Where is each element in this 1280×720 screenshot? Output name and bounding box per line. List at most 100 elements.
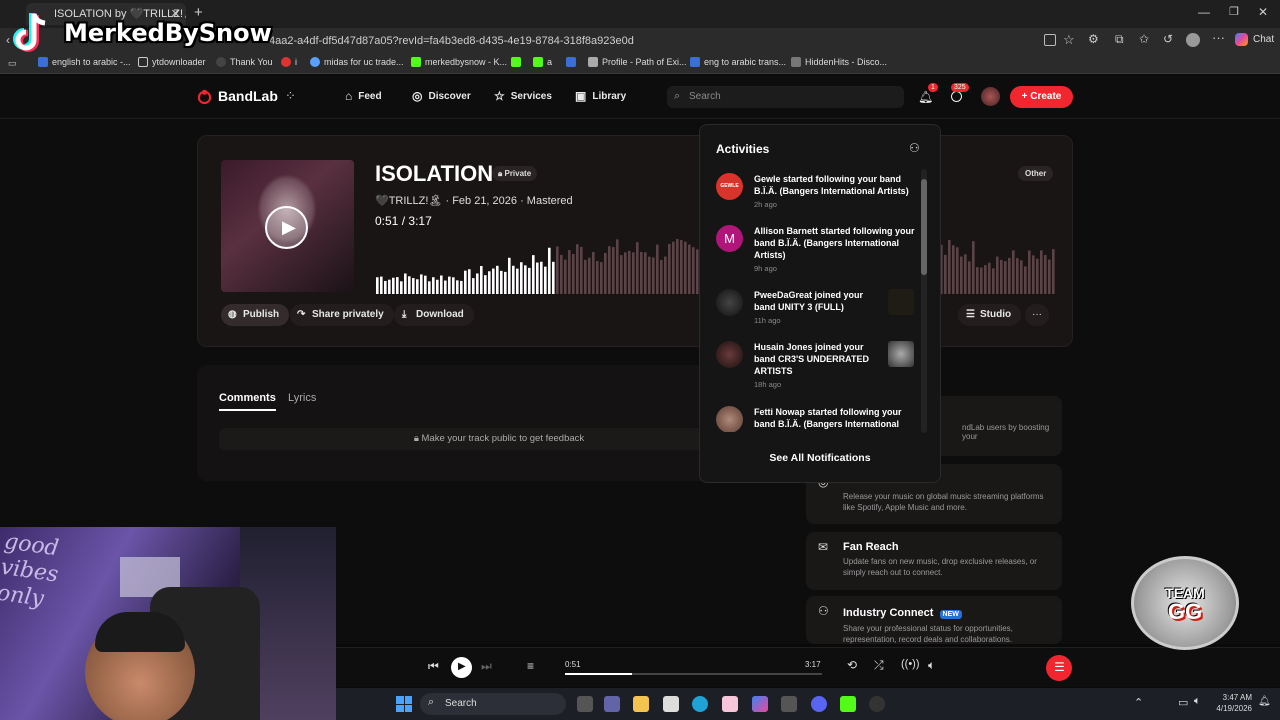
globe-icon: ◍	[228, 309, 237, 320]
tab-lyrics[interactable]: Lyrics	[288, 392, 316, 404]
search-input[interactable]: Search	[689, 91, 721, 102]
star-icon[interactable]: ☆	[1063, 32, 1075, 48]
previous-icon[interactable]: ⏮︎	[428, 659, 439, 674]
network-icon[interactable]: ▭	[1178, 696, 1188, 709]
start-button[interactable]	[396, 696, 412, 712]
nav-library[interactable]: ▣ Library	[575, 89, 626, 103]
download-button[interactable]: ⤓ Download	[394, 304, 474, 326]
search-icon	[690, 57, 700, 67]
bookmark-item[interactable]: i	[281, 57, 297, 67]
next-icon[interactable]: ⏭︎	[481, 659, 492, 674]
bookmark-item[interactable]: HiddenHits - Disco...	[791, 57, 887, 67]
taskbar-search[interactable]: ⌕ Search	[420, 693, 566, 715]
task-view-icon[interactable]	[577, 696, 593, 712]
bookmark-item[interactable]: english to arabic -...	[38, 57, 131, 67]
bookmark-item[interactable]: Profile - Path of Exi...	[588, 57, 687, 67]
minimize-icon[interactable]: —	[1198, 5, 1210, 19]
waveform-bar	[992, 268, 995, 294]
volume-icon[interactable]: 🔈︎	[928, 658, 935, 673]
create-button[interactable]: + Create	[1010, 86, 1073, 108]
bookmark-item[interactable]	[511, 57, 521, 67]
track-cover-art[interactable]: ▶	[221, 160, 354, 292]
track-time: 0:51 / 3:17	[375, 214, 432, 228]
people-icon[interactable]: ⚇	[909, 141, 920, 155]
edge-icon[interactable]	[692, 696, 708, 712]
waveform-bar	[1012, 250, 1015, 294]
waveform-bar	[672, 241, 675, 294]
copilot-icon[interactable]	[752, 696, 768, 712]
maximize-icon[interactable]: ❐	[1229, 5, 1239, 18]
play-button[interactable]: ▶	[265, 206, 308, 249]
shuffle-icon[interactable]: ⤮	[874, 658, 884, 673]
waveform-bar	[460, 280, 463, 294]
bookmark-item[interactable]: merkedbysnow - K...	[411, 57, 507, 67]
waveform-bar	[384, 280, 387, 294]
bookmark-item[interactable]: ytdownloader	[138, 57, 206, 67]
notification-bell-icon[interactable]: 🔔︎	[1258, 696, 1271, 707]
close-window-icon[interactable]: ✕	[1258, 5, 1268, 19]
activity-item[interactable]: Fetti Nowap started following your band …	[716, 406, 916, 432]
app-icon[interactable]	[781, 696, 797, 712]
industry-connect-card[interactable]: ⚇ Industry Connect NEW Share your profes…	[806, 596, 1062, 644]
apps-grid-icon[interactable]: ⁘	[285, 88, 296, 104]
bookmark-item[interactable]: Thank You	[216, 57, 273, 67]
bookmark-item[interactable]: midas for uc trade...	[310, 57, 404, 67]
kick-icon[interactable]	[840, 696, 856, 712]
bandlab-logo[interactable]: BandLab	[197, 88, 278, 104]
teams-icon[interactable]	[604, 696, 620, 712]
see-all-notifications-link[interactable]: See All Notifications	[700, 452, 940, 464]
search-box[interactable]: ⌕ Search	[667, 86, 904, 108]
notifications-button[interactable]: 🔔︎ 1	[918, 83, 938, 106]
waveform-bar	[976, 267, 979, 294]
activities-scrollbar[interactable]	[921, 169, 927, 433]
chevron-up-icon[interactable]: ⌃	[1134, 696, 1143, 709]
waveform-bar	[656, 244, 659, 294]
more-options-button[interactable]: ···	[1025, 304, 1049, 326]
fan-reach-card[interactable]: ✉ Fan Reach Update fans on new music, dr…	[806, 532, 1062, 590]
favorites-icon[interactable]: ✩	[1139, 32, 1149, 46]
player-progress-bar[interactable]	[565, 673, 822, 675]
history-icon[interactable]: ↺	[1163, 32, 1173, 46]
now-playing-menu-button[interactable]: ☰	[1046, 655, 1072, 681]
waveform-bar	[376, 277, 379, 294]
bookmark-item[interactable]	[566, 57, 576, 67]
waveform-bar	[428, 281, 431, 294]
user-avatar[interactable]	[981, 87, 1000, 106]
bookmark-folder-icon[interactable]: ▭	[8, 58, 17, 69]
nav-discover[interactable]: ◎ Discover	[412, 89, 471, 103]
publish-button[interactable]: ◍ Publish	[221, 304, 290, 326]
site-icon	[588, 57, 598, 67]
app-icon[interactable]	[1044, 34, 1056, 46]
queue-icon[interactable]: ≡	[527, 659, 534, 673]
volume-icon[interactable]: 🔈︎	[1194, 695, 1201, 708]
bookmark-item[interactable]: a	[533, 57, 552, 67]
extensions-icon[interactable]: ⚙	[1088, 32, 1099, 46]
store-icon[interactable]	[663, 696, 679, 712]
taskbar-clock[interactable]: 3:47 AM 4/19/2026	[1210, 692, 1252, 714]
profile-avatar[interactable]	[1186, 33, 1200, 47]
bell-icon: 🔔︎	[918, 90, 934, 104]
tab-comments[interactable]: Comments	[219, 392, 276, 411]
play-button[interactable]: ▶	[451, 657, 472, 678]
nav-feed[interactable]: ⌂ Feed	[345, 89, 382, 103]
waveform-bar	[396, 277, 399, 294]
split-icon[interactable]: ⧉	[1115, 32, 1124, 47]
menu-icon[interactable]: ···	[1212, 30, 1225, 45]
messages-button[interactable]: 325	[951, 83, 969, 107]
file-explorer-icon[interactable]	[633, 696, 649, 712]
app-icon[interactable]	[722, 696, 738, 712]
nav-services[interactable]: ☆ Services	[494, 89, 552, 103]
waveform-bar	[528, 267, 531, 294]
copilot-icon[interactable]	[1235, 33, 1248, 46]
repeat-icon[interactable]: ⟲	[847, 658, 857, 672]
chat-button[interactable]: Chat	[1253, 34, 1274, 45]
radio-icon[interactable]: ((•))	[901, 658, 920, 670]
bookmark-item[interactable]: eng to arabic trans...	[690, 57, 786, 67]
studio-button[interactable]: ☰ Studio	[958, 304, 1022, 326]
share-privately-button[interactable]: ↷ Share privately	[290, 304, 394, 326]
url-field[interactable]: 4aa2-a4df-df5d47d87a05?revId=fa4b3ed8-d4…	[255, 31, 1035, 51]
obs-icon[interactable]	[869, 696, 885, 712]
artist-name[interactable]: 🖤TRILLZ!🏝	[375, 195, 442, 207]
discord-icon[interactable]	[811, 696, 827, 712]
scrollbar-thumb[interactable]	[921, 179, 927, 275]
